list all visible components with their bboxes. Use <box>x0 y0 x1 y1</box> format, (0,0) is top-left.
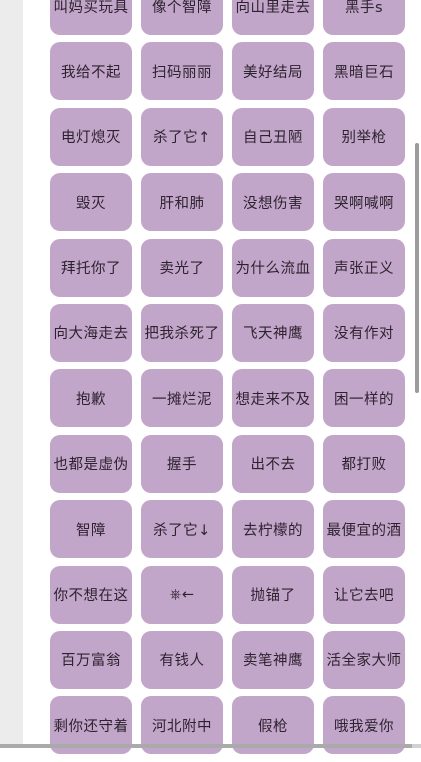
grid-row: 拜托你了 卖光了 为什么流血 声张正义 <box>50 238 407 297</box>
sound-button[interactable]: 抱歉 <box>50 369 132 428</box>
sound-button[interactable]: 一摊烂泥 <box>141 369 223 428</box>
sound-button[interactable]: 最便宜的酒 <box>323 500 405 559</box>
sound-button[interactable]: 杀了它↓ <box>141 500 223 559</box>
sound-button[interactable]: 向大海走去 <box>50 303 132 362</box>
sound-button[interactable]: 毁灭 <box>50 173 132 232</box>
horizontal-scrollbar-track[interactable] <box>0 744 421 748</box>
sound-button[interactable]: 叫妈买玩具 <box>50 0 132 35</box>
grid-row: 你不想在这 ⎈← 抛锚了 让它去吧 <box>50 565 407 624</box>
sound-button[interactable]: 哭啊喊啊 <box>323 173 405 232</box>
sound-button[interactable]: 有钱人 <box>141 630 223 689</box>
sound-button[interactable]: 没有作对 <box>323 303 405 362</box>
sound-button[interactable]: 出不去 <box>232 434 314 493</box>
sound-button[interactable]: 向山里走去 <box>232 0 314 35</box>
sound-button[interactable]: 卖笔神鹰 <box>232 630 314 689</box>
grid-row: 抱歉 一摊烂泥 想走来不及 困一样的 <box>50 369 407 428</box>
grid-row: 也都是虚伪 握手 出不去 都打败 <box>50 434 407 493</box>
sound-button[interactable]: 活全家大师 <box>323 630 405 689</box>
sound-button[interactable]: 也都是虚伪 <box>50 434 132 493</box>
sound-button[interactable]: 杀了它↑ <box>141 107 223 166</box>
left-gutter <box>0 0 23 748</box>
sound-button[interactable]: 你不想在这 <box>50 565 132 624</box>
sound-button[interactable]: 没想伤害 <box>232 173 314 232</box>
grid-row: 百万富翁 有钱人 卖笔神鹰 活全家大师 <box>50 630 407 689</box>
sound-button[interactable]: 百万富翁 <box>50 630 132 689</box>
grid-row: 智障 杀了它↓ 去柠檬的 最便宜的酒 <box>50 500 407 559</box>
sound-button[interactable]: 电灯熄灭 <box>50 107 132 166</box>
sound-button[interactable]: 像个智障 <box>141 0 223 35</box>
sound-button[interactable]: 握手 <box>141 434 223 493</box>
sound-button[interactable]: 想走来不及 <box>232 369 314 428</box>
sound-button[interactable]: 自己丑陋 <box>232 107 314 166</box>
sound-button[interactable]: 为什么流血 <box>232 238 314 297</box>
sound-button[interactable]: 飞天神鹰 <box>232 303 314 362</box>
vertical-scrollbar-thumb[interactable] <box>415 143 419 393</box>
sound-button[interactable]: 都打败 <box>323 434 405 493</box>
sound-button[interactable]: ⎈← <box>141 565 223 624</box>
sound-button[interactable]: 肝和肺 <box>141 173 223 232</box>
sound-button[interactable]: 把我杀死了 <box>141 303 223 362</box>
grid-row: 叫妈买玩具 像个智障 向山里走去 黑手s <box>50 0 407 35</box>
sound-button[interactable]: 美好结局 <box>232 42 314 101</box>
sound-button[interactable]: 让它去吧 <box>323 565 405 624</box>
sound-button[interactable]: 去柠檬的 <box>232 500 314 559</box>
grid-row: 毁灭 肝和肺 没想伤害 哭啊喊啊 <box>50 173 407 232</box>
sound-button[interactable]: 抛锚了 <box>232 565 314 624</box>
sound-button[interactable]: 智障 <box>50 500 132 559</box>
grid-row: 电灯熄灭 杀了它↑ 自己丑陋 别举枪 <box>50 107 407 166</box>
sound-button[interactable]: 困一样的 <box>323 369 405 428</box>
sound-button[interactable]: 卖光了 <box>141 238 223 297</box>
sound-button[interactable]: 我给不起 <box>50 42 132 101</box>
sound-button[interactable]: 黑手s <box>323 0 405 35</box>
sound-button-grid: 叫妈买玩具 像个智障 向山里走去 黑手s 我给不起 扫码丽丽 美好结局 黑暗巨石 电灯熄灭 杀了它… <box>50 0 407 762</box>
grid-row: 向大海走去 把我杀死了 飞天神鹰 没有作对 <box>50 303 407 362</box>
horizontal-scrollbar-thumb[interactable] <box>0 744 412 748</box>
sound-button[interactable]: 黑暗巨石 <box>323 42 405 101</box>
sound-button[interactable]: 扫码丽丽 <box>141 42 223 101</box>
grid-row: 我给不起 扫码丽丽 美好结局 黑暗巨石 <box>50 42 407 101</box>
sound-button[interactable]: 声张正义 <box>323 238 405 297</box>
sound-button[interactable]: 拜托你了 <box>50 238 132 297</box>
sound-button[interactable]: 别举枪 <box>323 107 405 166</box>
